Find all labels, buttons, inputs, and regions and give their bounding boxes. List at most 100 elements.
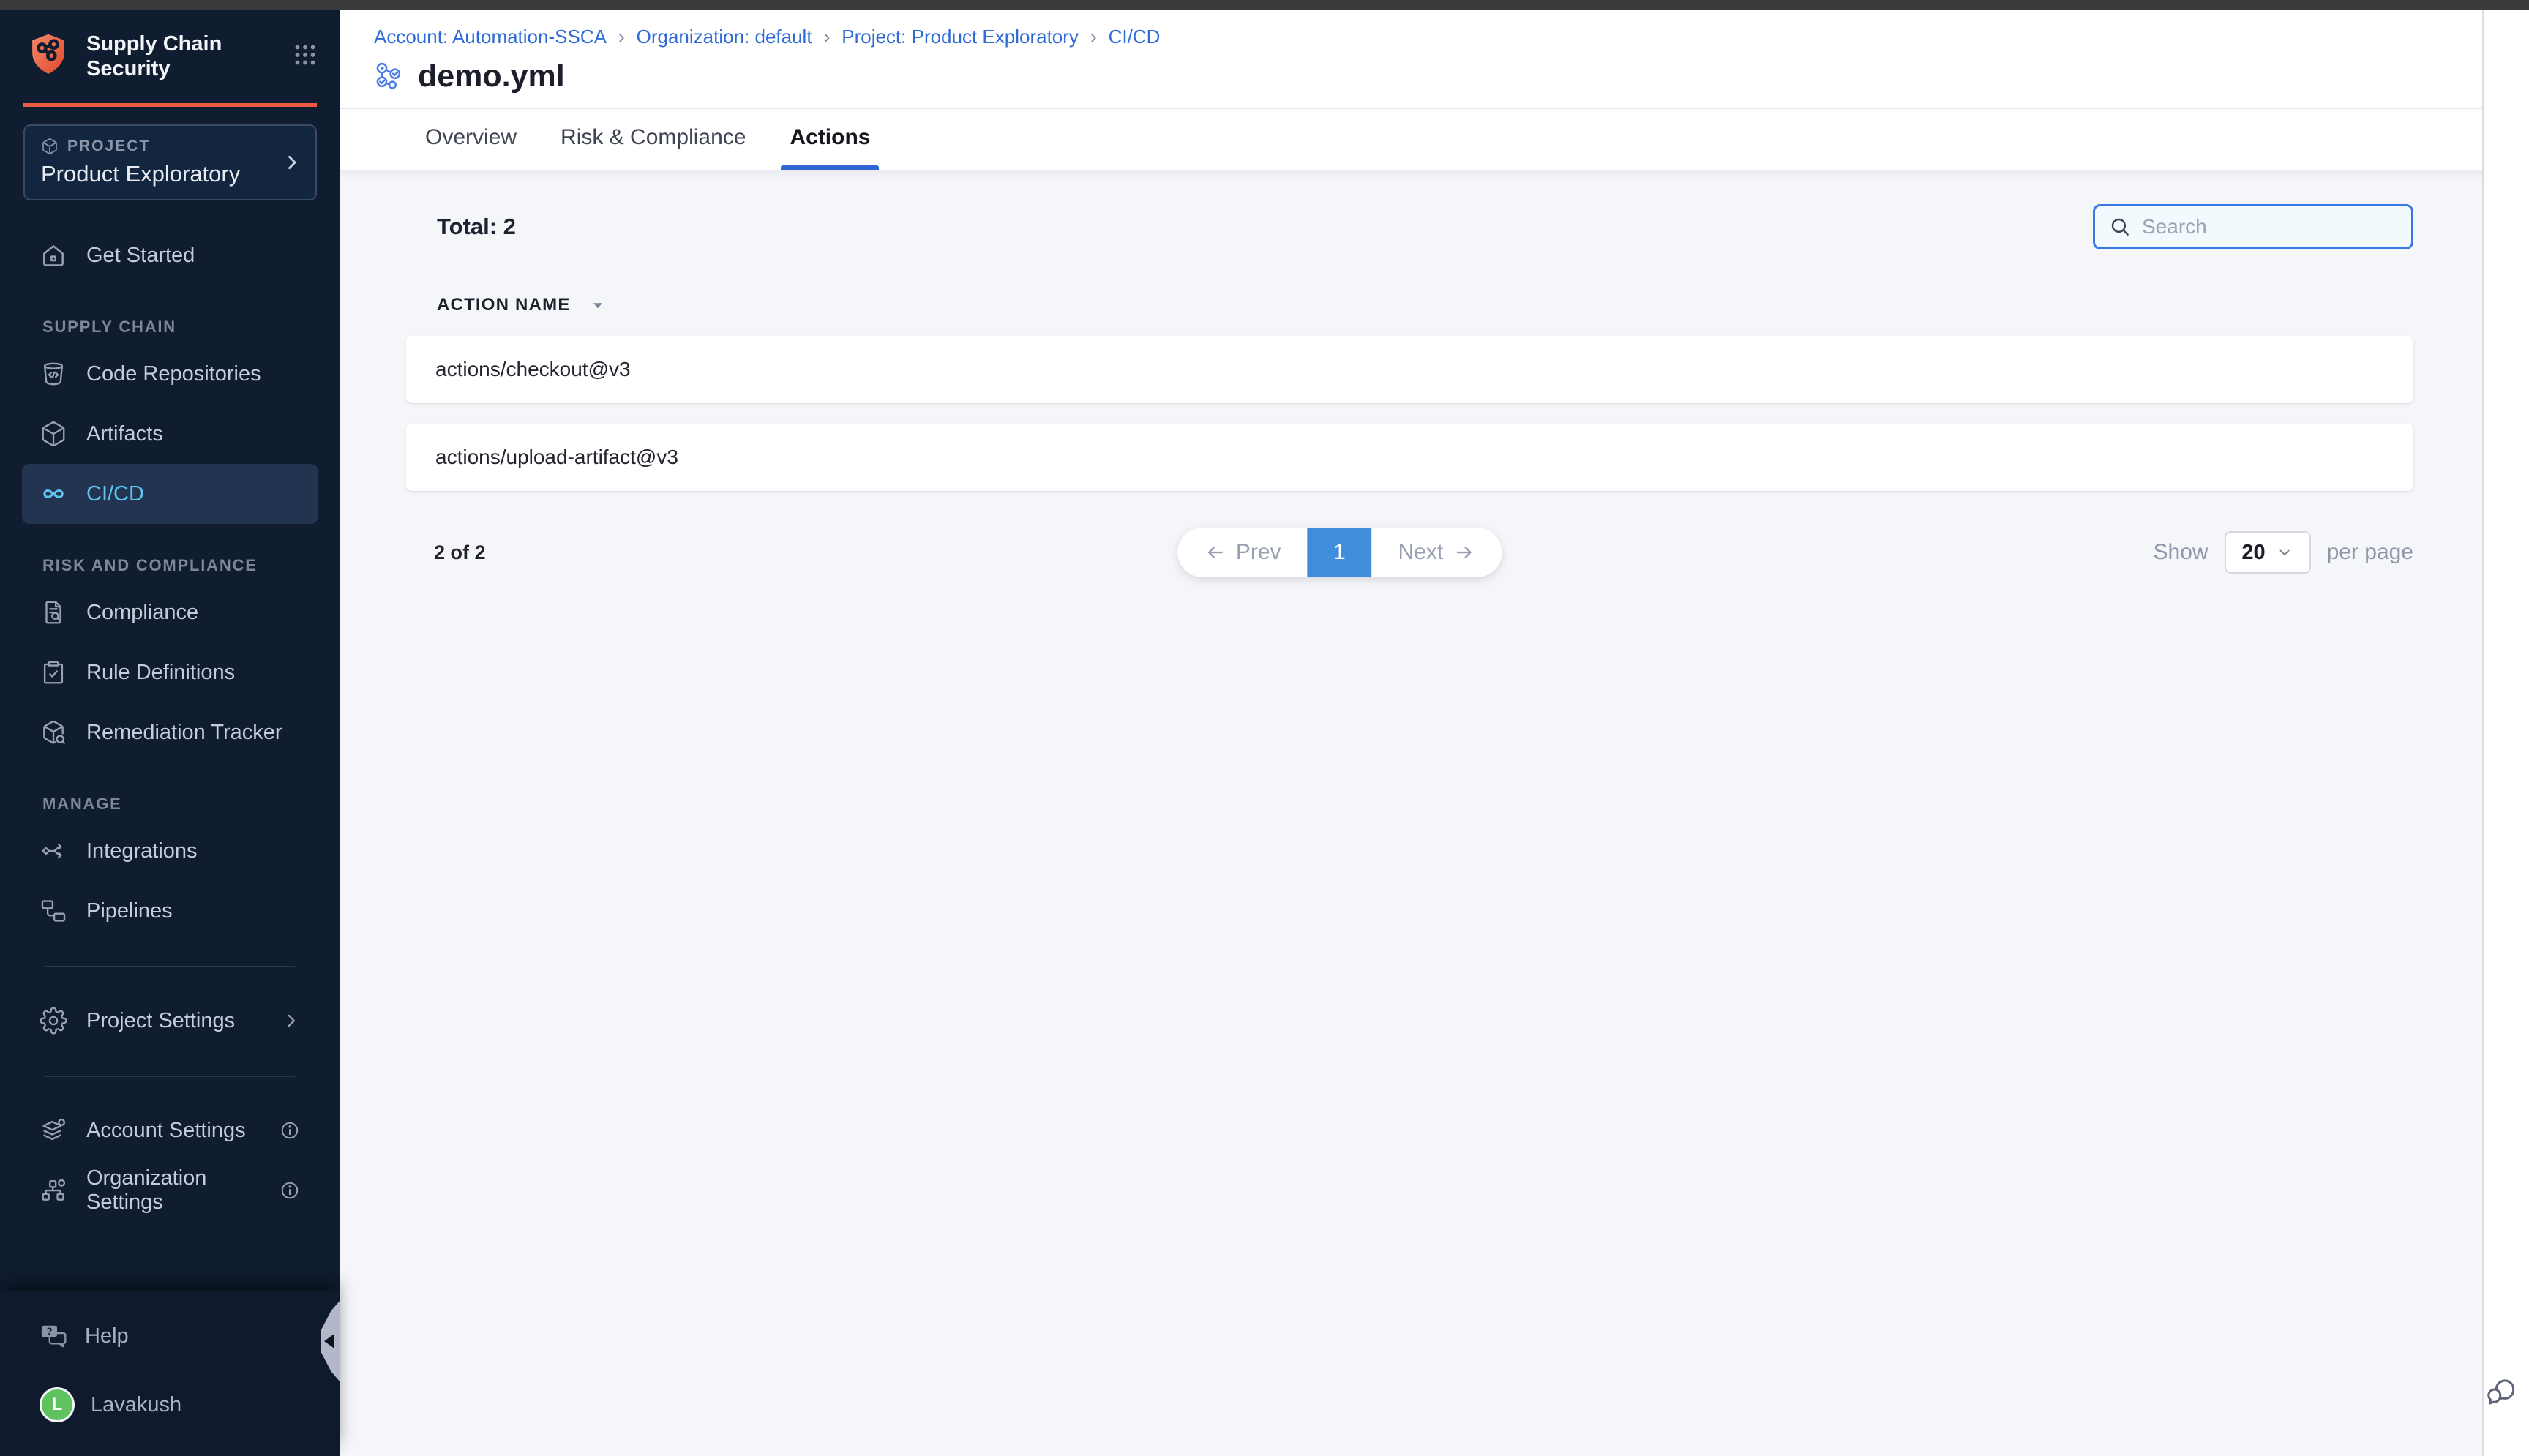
main-area: Account: Automation-SSCA › Organization:… [340, 10, 2482, 1456]
page-size-select[interactable]: 20 [2225, 531, 2311, 574]
tabs-bar: Overview Risk & Compliance Actions [340, 109, 2482, 170]
layers-gear-icon [40, 1117, 67, 1144]
brand-title: Supply Chain Security [86, 30, 222, 81]
window-top-strip [0, 0, 2529, 10]
search-icon [2108, 215, 2132, 239]
org-gear-icon [40, 1177, 67, 1204]
breadcrumb-account[interactable]: Account: Automation-SSCA [374, 26, 607, 48]
sidebar-item-label: Remediation Tracker [86, 721, 282, 745]
pipeline-stages-icon [374, 61, 406, 93]
action-name: actions/upload-artifact@v3 [435, 446, 678, 469]
sidebar: Supply Chain Security PROJECT Produc [0, 10, 340, 1456]
chevron-down-icon [2276, 544, 2293, 561]
shield-network-icon [25, 30, 72, 78]
app-grid-button[interactable] [292, 42, 318, 68]
diamond-arrows-icon [40, 837, 67, 865]
repository-icon [40, 360, 67, 388]
page-title: demo.yml [418, 59, 565, 94]
page-number-1[interactable]: 1 [1308, 528, 1372, 577]
section-heading-supply-chain: SUPPLY CHAIN [42, 318, 318, 337]
sidebar-item-integrations[interactable]: Integrations [22, 821, 318, 881]
tab-overview[interactable]: Overview [421, 125, 521, 170]
tab-actions[interactable]: Actions [785, 125, 874, 170]
right-edge-strip [2482, 10, 2529, 1456]
svg-text:?: ? [46, 1326, 52, 1337]
sidebar-item-label: Code Repositories [86, 362, 261, 386]
sidebar-item-label: CI/CD [86, 482, 144, 506]
user-name: Lavakush [91, 1393, 181, 1417]
clipboard-check-icon [40, 658, 67, 686]
prev-page-button[interactable]: Prev [1177, 528, 1308, 577]
section-heading-risk-compliance: RISK AND COMPLIANCE [42, 556, 318, 575]
sidebar-footer: ? Help L Lavakush [0, 1291, 340, 1456]
search-box [2093, 204, 2413, 249]
breadcrumb-organization[interactable]: Organization: default [637, 26, 812, 48]
sidebar-item-get-started[interactable]: Get Started [22, 225, 318, 285]
sidebar-item-rule-definitions[interactable]: Rule Definitions [22, 642, 318, 702]
action-name: actions/checkout@v3 [435, 358, 631, 381]
section-heading-manage: MANAGE [42, 795, 318, 814]
pagination: 2 of 2 Prev 1 Next Show 20 [406, 528, 2413, 577]
cube-icon [40, 420, 67, 448]
sidebar-item-account-settings[interactable]: Account Settings [22, 1100, 318, 1160]
content-area: Total: 2 ACTION NAME actions/checkout@v3… [340, 170, 2482, 1456]
sidebar-item-artifacts[interactable]: Artifacts [22, 404, 318, 464]
user-menu[interactable]: L Lavakush [22, 1378, 318, 1431]
divider [45, 966, 295, 967]
column-header-action-name[interactable]: ACTION NAME [437, 295, 2413, 315]
breadcrumb-cicd[interactable]: CI/CD [1109, 26, 1161, 48]
avatar: L [40, 1387, 75, 1422]
sidebar-item-label: Artifacts [86, 422, 163, 446]
divider [45, 1076, 295, 1077]
sidebar-item-label: Rule Definitions [86, 661, 235, 685]
sidebar-item-project-settings[interactable]: Project Settings [22, 991, 318, 1051]
tab-risk-compliance[interactable]: Risk & Compliance [556, 125, 750, 170]
box-wrench-icon [40, 718, 67, 746]
chevron-right-icon [282, 1011, 301, 1030]
document-search-icon [40, 598, 67, 626]
infinity-icon [40, 480, 67, 508]
sidebar-nav: Get Started SUPPLY CHAIN Code Repositori… [0, 200, 340, 1220]
search-input[interactable] [2142, 215, 2398, 239]
project-selector[interactable]: PROJECT Product Exploratory [23, 124, 317, 200]
cube-icon [41, 138, 59, 155]
grid-9-dots-icon [292, 42, 318, 68]
breadcrumb: Account: Automation-SSCA › Organization:… [374, 26, 2482, 48]
sidebar-item-organization-settings[interactable]: Organization Settings [22, 1160, 318, 1220]
info-circle-icon[interactable] [279, 1119, 301, 1141]
chevron-right-icon [282, 152, 302, 173]
per-page-label: per page [2327, 540, 2413, 565]
chat-bubbles-icon[interactable] [2484, 1376, 2519, 1411]
caret-down-icon [588, 296, 607, 315]
gear-icon [40, 1007, 67, 1035]
breadcrumb-separator: › [824, 26, 831, 48]
sidebar-item-label: Pipelines [86, 899, 173, 923]
sidebar-item-code-repositories[interactable]: Code Repositories [22, 344, 318, 404]
project-name: Product Exploratory [41, 161, 299, 187]
sidebar-item-label: Integrations [86, 839, 198, 863]
home-icon [40, 241, 67, 269]
sidebar-item-label: Organization Settings [86, 1166, 279, 1215]
flowchart-icon [40, 897, 67, 925]
sidebar-item-compliance[interactable]: Compliance [22, 582, 318, 642]
project-eyebrow: PROJECT [67, 138, 150, 155]
arrow-left-icon [1204, 541, 1226, 563]
breadcrumb-separator: › [1090, 26, 1097, 48]
brand-accent-rule [23, 103, 317, 107]
table-row[interactable]: actions/upload-artifact@v3 [406, 424, 2413, 491]
arrow-right-icon [1453, 541, 1475, 563]
help-button[interactable]: ? Help [22, 1310, 318, 1362]
breadcrumb-project[interactable]: Project: Product Exploratory [842, 26, 1079, 48]
chat-question-icon: ? [40, 1322, 67, 1350]
sidebar-item-remediation-tracker[interactable]: Remediation Tracker [22, 702, 318, 762]
table-row[interactable]: actions/checkout@v3 [406, 336, 2413, 403]
sidebar-item-label: Project Settings [86, 1009, 235, 1033]
sidebar-item-label: Account Settings [86, 1119, 246, 1143]
total-count: Total: 2 [437, 214, 516, 240]
sidebar-item-label: Get Started [86, 244, 195, 268]
sidebar-item-pipelines[interactable]: Pipelines [22, 881, 318, 941]
pagination-summary: 2 of 2 [434, 541, 486, 564]
next-page-button[interactable]: Next [1372, 528, 1502, 577]
sidebar-item-cicd[interactable]: CI/CD [22, 464, 318, 524]
info-circle-icon[interactable] [279, 1179, 301, 1201]
